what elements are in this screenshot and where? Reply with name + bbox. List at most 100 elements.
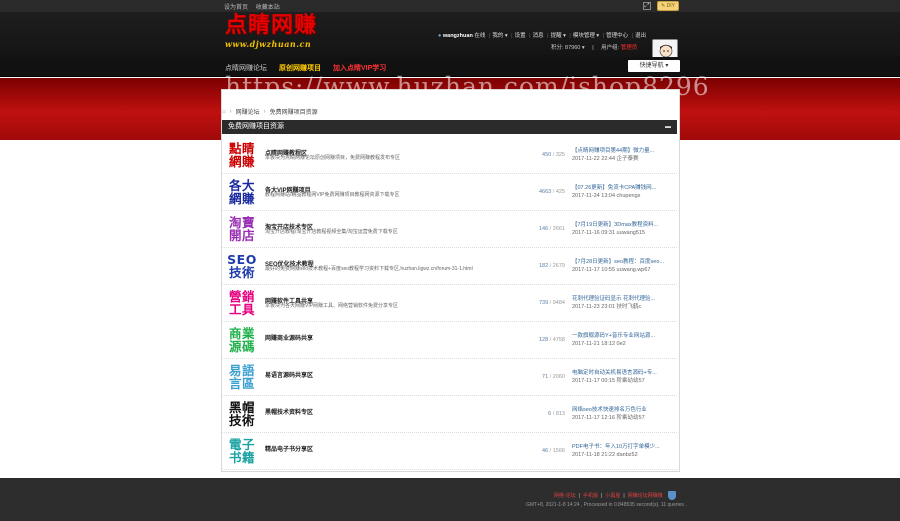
quick-nav-button[interactable]: 快捷导航 ▾	[628, 60, 680, 72]
forum-icon[interactable]: 各大 網賺	[227, 177, 257, 207]
forum-name[interactable]: 网赚商业源码共享	[265, 333, 313, 342]
forum-icon[interactable]: 淘寶 開店	[227, 214, 257, 244]
home-icon[interactable]: ⌂	[222, 109, 226, 115]
last-post-title[interactable]: 【点睛网赚项目第44期】微力量...	[572, 147, 672, 155]
last-post-title[interactable]: 【7月19日更新】3Dmax教程资料...	[572, 221, 672, 229]
menu-module-admin[interactable]: 模块管理	[573, 33, 595, 39]
forum-name[interactable]: 易语言源码共享区	[265, 370, 313, 379]
forum-icon[interactable]: 商業 源碼	[227, 325, 257, 355]
menu-notifications[interactable]: 提醒	[551, 33, 562, 39]
last-post-title[interactable]: 【07.26更新】免流卡CPA赚钱网...	[572, 184, 672, 192]
forum-desc: 教程网赚站/精品教程网VIP免费网赚项目教程网资源下载专区	[265, 192, 400, 198]
thread-count: 450	[542, 152, 552, 158]
fullscreen-icon[interactable]: ⤢	[643, 2, 651, 10]
forum-icon[interactable]: SEO 技術	[227, 251, 257, 281]
forum-stats: 4663 / 425	[538, 189, 565, 195]
main-nav: 点睛网赚论坛 原创网赚项目 加入点睛VIP学习 快捷导航 ▾	[0, 57, 900, 77]
online-status[interactable]: 在线	[474, 33, 485, 39]
forum-name[interactable]: 黑帽技术资料专区	[265, 407, 313, 416]
forum-icon-line: 網賺	[228, 191, 255, 206]
forum-icon[interactable]: 點睛 網賺	[227, 140, 257, 170]
forum-desc: 本板块为点睛网赚论坛原创网赚项目，免费网赚教程发布专区	[265, 155, 401, 161]
last-post-meta: 2017-11-18 21:22 danbz52	[572, 452, 638, 458]
category-header: 免费网赚项目资源 ▬	[222, 120, 677, 134]
thread-count: 146	[538, 226, 549, 232]
last-post-title[interactable]: 网络seo技术快速排名万色行业	[572, 406, 672, 414]
points[interactable]: 积分: 87960	[551, 45, 580, 51]
category-title[interactable]: 免费网赚项目资源	[228, 123, 284, 130]
forum-icon[interactable]: 易語 言區	[227, 362, 257, 392]
footer-link[interactable]: 网络·论坛	[554, 492, 576, 499]
last-post-title[interactable]: 一款旗舰源码Y+音乐专业网站源...	[572, 332, 672, 340]
set-home-link[interactable]: 设为首页	[224, 5, 248, 11]
post-count: 4758	[552, 337, 565, 343]
menu-messages[interactable]: 消息	[533, 33, 544, 39]
user-icon: ●	[438, 33, 442, 39]
last-post-meta: 2017-11-17 12:16 阶乘幼幼57	[572, 415, 645, 421]
last-post: 【07.26更新】免流卡CPA赚钱网... 2017-11-24 13:04 ch…	[572, 184, 672, 200]
last-post: PDF电子书：年入10万打字单模少... 2017-11-18 21:22 dan…	[572, 443, 672, 459]
thread-count: 4663	[538, 189, 552, 195]
username-link[interactable]: wangzhuan	[443, 33, 473, 39]
diy-label: DIY	[666, 3, 675, 9]
post-count: 1566	[552, 448, 565, 454]
breadcrumb-forum[interactable]: 网赚论坛	[236, 107, 260, 116]
nav-forum[interactable]: 点睛网赚论坛	[225, 63, 267, 73]
last-post: 一款旗舰源码Y+音乐专业网站源... 2017-11-21 18:12 0e2	[572, 332, 672, 348]
group-value[interactable]: 管理员	[621, 45, 638, 51]
last-post-title[interactable]: PDF电子书：年入10万打字单模少...	[572, 443, 672, 451]
last-post-title[interactable]: 电脑定时自动关机易语言源码+专...	[572, 369, 672, 377]
forum-row: 黑帽 技術 黑帽技术资料专区 6 / 813 网络seo技术快速排名万色行业 2017-1…	[222, 396, 677, 433]
forum-row: 營銷 工具 网赚软件工具共享 本板块为各大网赚VIP网赚工具、网络营销软件免费分享专区…	[222, 285, 677, 322]
forum-icon[interactable]: 黑帽 技術	[227, 399, 257, 429]
menu-my[interactable]: 我的	[492, 33, 503, 39]
menu-logout[interactable]: 退出	[635, 33, 646, 39]
forum-row: 點睛 網賺 点睛网赚教程区 本板块为点睛网赚论坛原创网赚项目，免费网赚教程发布专区 45…	[222, 137, 677, 174]
forum-row: 易語 言區 易语言源码共享区 71 / 2060 电脑定时自动关机易语言源码+专... 2…	[222, 359, 677, 396]
bookmark-link[interactable]: 收藏本站	[256, 5, 280, 11]
user-stats: 积分: 87960 ▾ | 用户组: 管理员	[551, 45, 638, 51]
collapse-icon[interactable]: ▬	[665, 120, 671, 134]
top-right-tools: ⤢ ✎ DIY	[643, 1, 679, 11]
footer-link[interactable]: 网赚论坛网赚赚	[628, 492, 663, 499]
site-logo[interactable]: 点睛网赚 www.djwzhuan.cn	[225, 13, 318, 50]
last-post-meta: 2017-11-23 23:01 扶时飞鹤c	[572, 304, 642, 310]
top-links: 设为首页 收藏本站	[224, 2, 286, 11]
last-post-meta: 2017-11-16 09:31 uuwang515	[572, 230, 645, 236]
forum-icon[interactable]: 營銷 工具	[227, 288, 257, 318]
nav-original-projects[interactable]: 原创网赚项目	[279, 63, 321, 73]
breadcrumb-category[interactable]: 免费网赚项目资源	[270, 107, 318, 116]
forum-desc: 淘宝开店教程/淘宝开店教程视频全集/淘宝运营免费下载专区	[265, 229, 398, 235]
last-post-meta: 2017-11-17 10:55 uuwang.wp67	[572, 267, 651, 273]
forum-row: 各大 網賺 各大VIP网赚项目 教程网赚站/精品教程网VIP免费网赚项目教程网资源下载…	[222, 174, 677, 211]
forum-stats: 71 / 2060	[542, 374, 565, 380]
post-count: 425	[555, 189, 565, 195]
forum-icon[interactable]: 電子 书籍	[227, 436, 257, 466]
last-post-title[interactable]: 【7月28日更新】seo教程：百度seo...	[572, 258, 672, 266]
logo-text: 点睛网赚	[225, 13, 318, 38]
post-count: 2060	[552, 374, 565, 380]
forum-name[interactable]: 精品电子书分享区	[265, 444, 313, 453]
chevron-right-icon: ›	[263, 108, 266, 115]
forum-icon-line: 言區	[228, 376, 255, 391]
forum-stats: 146 / 2661	[538, 226, 565, 232]
forum-icon-line: 技術	[228, 413, 255, 428]
thread-count: 128	[538, 337, 549, 343]
last-post-title[interactable]: 花刺代理验证码显示 花刺代理验...	[572, 295, 672, 303]
post-count: 9484	[552, 300, 565, 306]
forum-icon-line: 技術	[228, 265, 255, 280]
diy-button[interactable]: ✎ DIY	[657, 1, 679, 11]
post-count: 2661	[552, 226, 565, 232]
logo-url: www.djwzhuan.cn	[225, 39, 312, 49]
footer-link[interactable]: 小黑屋	[605, 492, 620, 499]
post-count: 813	[555, 411, 565, 417]
last-post: 花刺代理验证码显示 花刺代理验... 2017-11-23 23:01 扶时飞鹤c	[572, 295, 672, 311]
menu-settings[interactable]: 设置	[515, 33, 526, 39]
footer-link[interactable]: 手机版	[583, 492, 598, 499]
top-bar: 设为首页 收藏本站 ⤢ ✎ DIY	[0, 0, 900, 12]
last-post: 【点睛网赚项目第44期】微力量... 2017-11-22 22:44 企子泰赛	[572, 147, 672, 163]
menu-admin-center[interactable]: 管理中心	[606, 33, 628, 39]
last-post-meta: 2017-11-22 22:44 企子泰赛	[572, 156, 639, 162]
nav-join-vip[interactable]: 加入点睛VIP学习	[333, 63, 386, 73]
group-label: 用户组:	[601, 45, 620, 51]
